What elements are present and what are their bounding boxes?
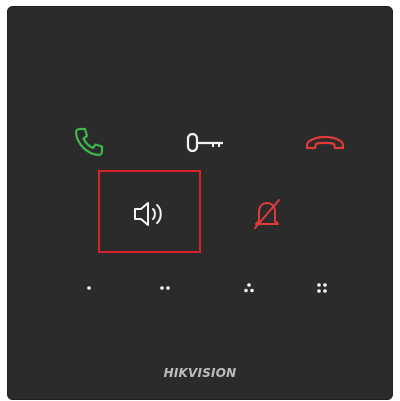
- speaker-volume-icon: [134, 202, 162, 226]
- answer-call-button[interactable]: [71, 124, 107, 160]
- phone-answer-icon: [74, 127, 104, 157]
- bell-off-icon: [254, 199, 280, 229]
- mute-bell-button[interactable]: [249, 194, 285, 234]
- keypad-key-4[interactable]: [307, 278, 337, 298]
- two-dots-icon: [160, 286, 170, 290]
- keypad-key-1[interactable]: [74, 278, 104, 298]
- phone-hangup-icon: [305, 135, 345, 150]
- hang-up-button[interactable]: [303, 130, 347, 156]
- brand-logo: HIKVISION: [163, 366, 237, 380]
- four-dots-icon: [317, 283, 327, 293]
- one-dot-icon: [87, 286, 91, 290]
- intercom-panel: HIKVISION: [7, 6, 393, 400]
- three-dots-icon: [244, 283, 254, 293]
- unlock-door-button[interactable]: [183, 130, 229, 156]
- key-icon: [186, 132, 223, 153]
- keypad-key-2[interactable]: [150, 278, 180, 298]
- speaker-button[interactable]: [127, 194, 171, 234]
- keypad-key-3[interactable]: [234, 278, 264, 298]
